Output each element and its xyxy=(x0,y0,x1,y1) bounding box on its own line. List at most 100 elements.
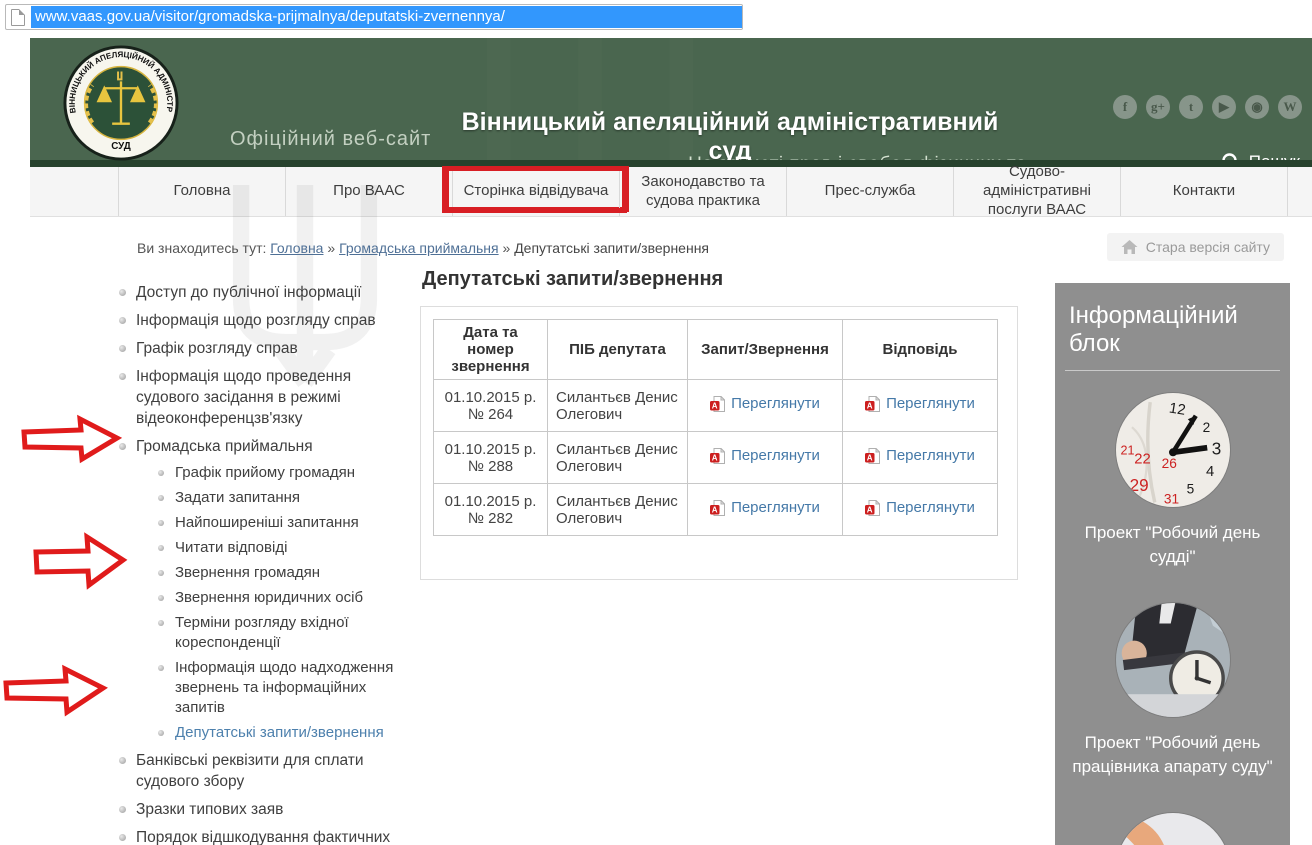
sidebar-item-label: Порядок відшкодування фактичних витрат н… xyxy=(136,829,390,845)
sidebar-item[interactable]: Громадська приймальняГрафік прийому гром… xyxy=(119,436,415,743)
view-pdf-label: Переглянути xyxy=(731,447,820,464)
annotation-arrow xyxy=(6,669,103,712)
nav-item-5[interactable]: Прес-служба xyxy=(786,167,953,216)
info-caption: Проект "Робочий день працівника апарату … xyxy=(1055,731,1290,779)
info-caption: Проект "Робочий день судді" xyxy=(1055,521,1290,569)
page-icon xyxy=(11,9,25,26)
sidebar-item[interactable]: Інформація щодо надходження звернень та … xyxy=(158,658,415,718)
hand-keyboard-image xyxy=(1116,813,1230,845)
nav-item-label: Головна xyxy=(168,180,237,203)
svg-text:22: 22 xyxy=(1134,452,1150,468)
sidebar-list: Доступ до публічної інформації Інформація… xyxy=(119,282,415,845)
info-block-title: Інформаційний блок xyxy=(1069,302,1276,358)
cell-response: A Переглянути xyxy=(843,484,998,536)
cell-deputy-name: Силантьєв Денис Олегович xyxy=(548,484,688,536)
svg-text:29: 29 xyxy=(1129,476,1148,495)
view-pdf-link[interactable]: A Переглянути xyxy=(865,499,975,516)
search-button[interactable]: Пошук xyxy=(1221,152,1300,160)
view-pdf-link[interactable]: A Переглянути xyxy=(710,395,820,412)
table-row: 01.10.2015 р.№ 282Силантьєв Денис Олегов… xyxy=(434,484,998,536)
svg-text:31: 31 xyxy=(1163,492,1178,507)
info-item[interactable]: Проект "Робочий день працівника апарату … xyxy=(1055,603,1290,779)
nav-item-4[interactable]: Законодавство та судова практика xyxy=(619,167,786,216)
svg-text:4: 4 xyxy=(1206,464,1214,480)
sidebar-item-label: Банківські реквізити для сплати судового… xyxy=(136,752,364,790)
nav-item-1[interactable]: Головна xyxy=(118,167,285,216)
sidebar-item-label: Звернення громадян xyxy=(175,564,320,581)
breadcrumb-link-reception[interactable]: Громадська приймальня xyxy=(339,240,499,256)
sidebar-item[interactable]: Терміни розгляду вхідної кореспонденції xyxy=(158,613,415,653)
sidebar-item[interactable]: Найпоширеніші запитання xyxy=(158,513,415,533)
sidebar-item-label: Інформація щодо надходження звернень та … xyxy=(175,659,393,716)
youtube-icon[interactable]: ▶ xyxy=(1212,95,1236,119)
breadcrumb: Ви знаходитесь тут: Головна » Громадська… xyxy=(137,240,709,256)
nav-item-3[interactable]: Сторінка відвідувача xyxy=(452,167,619,216)
info-block: Інформаційний блок 1223452122262931Проек… xyxy=(1055,283,1290,845)
sidebar-item[interactable]: Порядок відшкодування фактичних витрат н… xyxy=(119,827,415,845)
view-pdf-link[interactable]: A Переглянути xyxy=(710,447,820,464)
clock-calendar-image: 1223452122262931 xyxy=(1116,393,1230,507)
sidebar-item[interactable]: Інформація щодо розгляду справ xyxy=(119,310,415,331)
nav-item-7[interactable]: Контакти xyxy=(1120,167,1288,216)
facebook-icon[interactable]: f xyxy=(1113,95,1137,119)
sidebar-sublist: Графік прийому громадян Задати запитання Н… xyxy=(158,463,415,743)
google-plus-icon[interactable]: g+ xyxy=(1146,95,1170,119)
sidebar-item-label: Терміни розгляду вхідної кореспонденції xyxy=(175,614,349,651)
sidebar-item[interactable]: Графік прийому громадян xyxy=(158,463,415,483)
old-version-link[interactable]: Стара версія сайту xyxy=(1107,233,1284,261)
view-pdf-link[interactable]: A Переглянути xyxy=(865,447,975,464)
content-panel: Дата та номер зверненняПІБ депутатаЗапит… xyxy=(420,306,1018,580)
url-text[interactable]: www.vaas.gov.ua/visitor/gromadska-prijma… xyxy=(31,6,742,28)
svg-text:26: 26 xyxy=(1161,456,1176,471)
breadcrumb-prefix: Ви знаходитесь тут: xyxy=(137,240,266,256)
instagram-icon[interactable]: ◉ xyxy=(1245,95,1269,119)
view-pdf-label: Переглянути xyxy=(886,395,975,412)
svg-text:A: A xyxy=(867,505,873,514)
sidebar-item[interactable]: Звернення громадян xyxy=(158,563,415,583)
cell-request: A Переглянути xyxy=(688,380,843,432)
svg-text:2: 2 xyxy=(1202,420,1210,435)
sidebar-item[interactable]: Доступ до публічної інформації xyxy=(119,282,415,303)
sidebar-item-label: Звернення юридичних осіб xyxy=(175,589,363,606)
breadcrumb-separator: » xyxy=(503,240,511,256)
site-title: Вінницький апеляційний адміністративний … xyxy=(455,108,1005,160)
svg-text:3: 3 xyxy=(1211,440,1221,459)
page-title: Депутатські запити/звернення xyxy=(422,268,723,291)
sidebar-item-label: Найпоширеніші запитання xyxy=(175,514,359,531)
sidebar-item[interactable]: Читати відповіді xyxy=(158,538,415,558)
home-icon xyxy=(1121,240,1138,255)
table-header-cell: Відповідь xyxy=(843,320,998,380)
sidebar-item-label: Читати відповіді xyxy=(175,539,287,556)
sidebar-item-label: Депутатські запити/звернення xyxy=(175,724,384,741)
view-pdf-link[interactable]: A Переглянути xyxy=(865,395,975,412)
social-links: f g+ t ▶ ◉ W xyxy=(1113,95,1302,119)
sidebar-item-label: Доступ до публічної інформації xyxy=(136,284,362,301)
nav-item-label: Контакти xyxy=(1167,180,1241,203)
wordpress-icon[interactable]: W xyxy=(1278,95,1302,119)
nav-item-2[interactable]: Про ВААС xyxy=(285,167,452,216)
sidebar-item[interactable]: Банківські реквізити для сплати судового… xyxy=(119,750,415,792)
table-header-row: Дата та номер зверненняПІБ депутатаЗапит… xyxy=(434,320,998,380)
table-row: 01.10.2015 р.№ 288Силантьєв Денис Олегов… xyxy=(434,432,998,484)
info-item[interactable]: 1223452122262931Проект "Робочий день суд… xyxy=(1055,393,1290,569)
sidebar-item[interactable]: Інформація щодо проведення судового засі… xyxy=(119,366,415,429)
view-pdf-link[interactable]: A Переглянути xyxy=(710,499,820,516)
annotation-highlight-box xyxy=(444,166,629,212)
cell-response: A Переглянути xyxy=(843,432,998,484)
worker-typing-image xyxy=(1116,603,1230,717)
nav-item-6[interactable]: Судово-адміністративні послуги ВААС xyxy=(953,167,1120,216)
twitter-icon[interactable]: t xyxy=(1179,95,1203,119)
sidebar-item[interactable]: Графік розгляду справ xyxy=(119,338,415,359)
sidebar-item[interactable]: Депутатські запити/звернення xyxy=(158,723,415,743)
info-item[interactable] xyxy=(1055,813,1290,845)
url-bar[interactable]: www.vaas.gov.ua/visitor/gromadska-prijma… xyxy=(5,4,743,30)
sidebar-item[interactable]: Звернення юридичних осіб xyxy=(158,588,415,608)
old-version-label: Стара версія сайту xyxy=(1146,239,1270,255)
requests-table: Дата та номер зверненняПІБ депутатаЗапит… xyxy=(433,319,998,536)
cell-date-number: 01.10.2015 р.№ 282 xyxy=(434,484,548,536)
court-logo[interactable]: ВІННИЦЬКИЙ АПЕЛЯЦІЙНИЙ АДМІНІСТРАТИВНИЙ … xyxy=(62,44,180,162)
sidebar-item[interactable]: Зразки типових заяв xyxy=(119,799,415,820)
sidebar-item[interactable]: Задати запитання xyxy=(158,488,415,508)
breadcrumb-link-home[interactable]: Головна xyxy=(270,240,323,256)
breadcrumb-current: Депутатські запити/звернення xyxy=(514,240,709,256)
